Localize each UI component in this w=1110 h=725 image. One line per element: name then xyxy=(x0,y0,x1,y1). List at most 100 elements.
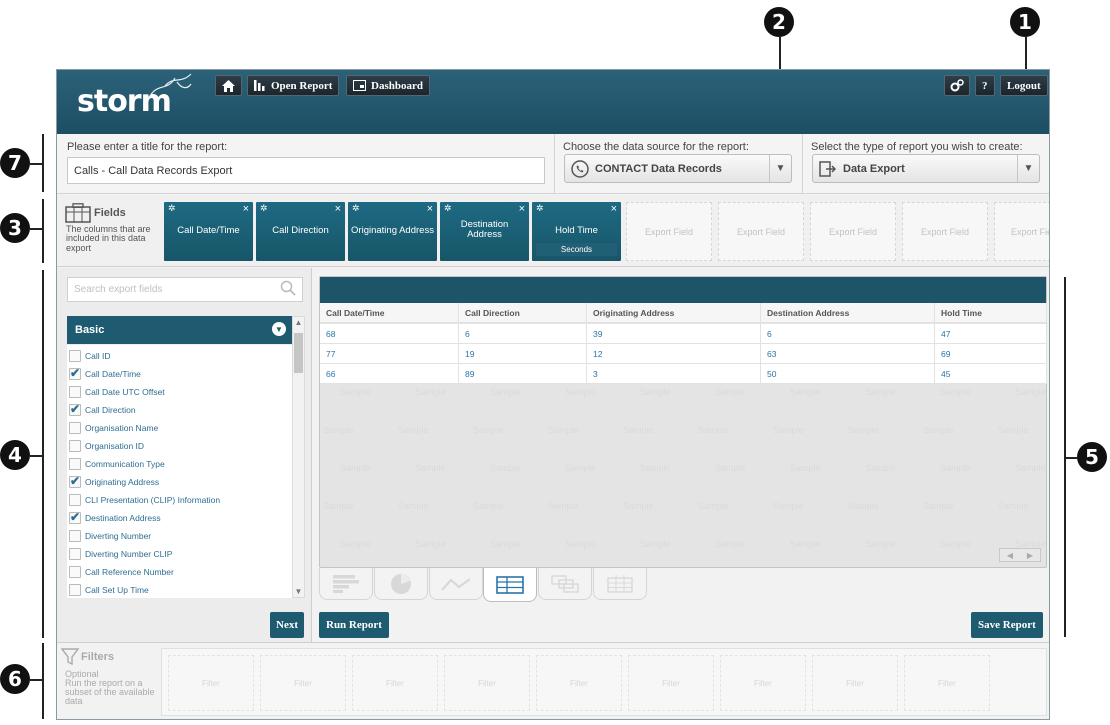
preview-column-header[interactable]: Call Date/Time xyxy=(320,303,459,323)
view-tab-pivot[interactable] xyxy=(538,568,592,600)
sample-watermark: Sample xyxy=(940,387,971,397)
view-tab-pie-chart[interactable] xyxy=(374,568,428,600)
export-field-slot[interactable]: Export Field xyxy=(718,202,804,261)
save-report-button[interactable]: Save Report xyxy=(971,612,1043,638)
field-chip-call-date-time[interactable]: ✲ × Call Date/Time xyxy=(164,202,253,261)
preview-column-header[interactable]: Destination Address xyxy=(761,303,935,323)
next-page-icon[interactable]: ▶ xyxy=(1027,551,1033,560)
preview-pager[interactable]: ◀ ▶ xyxy=(999,548,1041,562)
open-report-button[interactable]: Open Report xyxy=(247,75,340,96)
sample-watermark: Sample xyxy=(340,387,371,397)
datasource-select[interactable]: CONTACT Data Records ▼ xyxy=(564,154,792,183)
export-field-slot[interactable]: Export Field xyxy=(994,202,1049,261)
search-input[interactable]: Search export fields xyxy=(67,277,303,302)
close-icon[interactable]: × xyxy=(335,203,341,215)
field-checkbox[interactable] xyxy=(69,422,81,434)
close-icon[interactable]: × xyxy=(427,203,433,215)
field-list-item[interactable]: Communication Type xyxy=(69,456,165,472)
gear-icon[interactable]: ✲ xyxy=(260,203,268,214)
next-button[interactable]: Next xyxy=(270,612,304,638)
field-checkbox[interactable] xyxy=(69,566,81,578)
filter-slot[interactable]: Filter xyxy=(812,655,898,711)
filter-slot[interactable]: Filter xyxy=(720,655,806,711)
filter-slot[interactable]: Filter xyxy=(352,655,438,711)
field-list-scrollbar[interactable]: ▲ ▼ xyxy=(292,316,305,598)
home-button[interactable] xyxy=(215,75,242,96)
field-list-item[interactable]: Call Reference Number xyxy=(69,564,174,580)
close-icon[interactable]: × xyxy=(519,203,525,215)
filter-slot[interactable]: Filter xyxy=(904,655,990,711)
field-checkbox[interactable] xyxy=(69,402,81,416)
field-list-item[interactable]: Diverting Number CLIP xyxy=(69,546,172,562)
field-checkbox[interactable] xyxy=(69,510,81,524)
close-icon[interactable]: × xyxy=(243,203,249,215)
field-checkbox[interactable] xyxy=(69,458,81,470)
gear-icon[interactable]: ✲ xyxy=(168,203,176,214)
field-checkbox[interactable] xyxy=(69,530,81,542)
field-checkbox[interactable] xyxy=(69,386,81,398)
field-list-item[interactable]: Call Direction xyxy=(69,402,136,418)
filter-slot[interactable]: Filter xyxy=(536,655,622,711)
report-title-input[interactable] xyxy=(67,157,545,184)
field-checkbox[interactable] xyxy=(69,440,81,452)
field-checkbox[interactable] xyxy=(69,584,81,596)
export-field-slot[interactable]: Export Field xyxy=(902,202,988,261)
close-icon[interactable]: × xyxy=(611,203,617,215)
field-checkbox[interactable] xyxy=(69,548,81,560)
view-tab-grid[interactable] xyxy=(593,568,647,600)
preview-cell: 12 xyxy=(587,344,761,364)
field-list-item[interactable]: CLI Presentation (CLIP) Information xyxy=(69,492,220,508)
filter-slot[interactable]: Filter xyxy=(628,655,714,711)
filter-slot[interactable]: Filter xyxy=(168,655,254,711)
view-tab-table[interactable] xyxy=(483,568,537,602)
sample-watermark: Sample xyxy=(865,463,896,473)
view-tab-bar-chart[interactable] xyxy=(319,568,373,600)
filter-slot[interactable]: Filter xyxy=(444,655,530,711)
scroll-up-icon[interactable]: ▲ xyxy=(293,318,304,327)
export-icon xyxy=(819,160,837,177)
view-tab-line-chart[interactable] xyxy=(429,568,483,600)
scroll-thumb[interactable] xyxy=(294,333,303,373)
help-button[interactable]: ? xyxy=(975,75,995,96)
logout-button[interactable]: Logout xyxy=(1000,75,1048,96)
field-list-item[interactable]: Call ID xyxy=(69,348,111,364)
field-checkbox[interactable] xyxy=(69,494,81,506)
run-report-button[interactable]: Run Report xyxy=(319,612,389,638)
gear-icon[interactable]: ✲ xyxy=(352,203,360,214)
field-checkbox[interactable] xyxy=(69,366,81,380)
callout-4-line xyxy=(30,455,42,457)
bar-chart-small-icon xyxy=(254,80,265,91)
field-list-item[interactable]: Originating Address xyxy=(69,474,159,490)
filter-slot[interactable]: Filter xyxy=(260,655,346,711)
field-list-item[interactable]: Destination Address xyxy=(69,510,161,526)
callout-3-bracket xyxy=(42,199,44,263)
scroll-down-icon[interactable]: ▼ xyxy=(293,587,304,596)
field-list-item[interactable]: Call Date UTC Offset xyxy=(69,384,165,400)
preview-column-header[interactable]: Originating Address xyxy=(587,303,761,323)
gear-icon[interactable]: ✲ xyxy=(536,203,544,214)
export-field-slot[interactable]: Export Field xyxy=(810,202,896,261)
field-list-item[interactable]: Organisation ID xyxy=(69,438,144,454)
field-list-item[interactable]: Organisation Name xyxy=(69,420,158,436)
field-chip-destination-address[interactable]: ✲ × Destination Address xyxy=(440,202,529,261)
field-checkbox[interactable] xyxy=(69,474,81,488)
filter-drop-area[interactable]: Filter Filter Filter Filter Filter Filter Filt… xyxy=(161,648,1047,716)
export-field-slot[interactable]: Export Field xyxy=(626,202,712,261)
field-list-item[interactable]: Diverting Number xyxy=(69,528,151,544)
collapse-icon[interactable]: ▼ xyxy=(272,322,286,336)
prev-page-icon[interactable]: ◀ xyxy=(1007,551,1013,560)
field-chip-originating-address[interactable]: ✲ × Originating Address xyxy=(348,202,437,261)
fields-description: The columns that are included in this da… xyxy=(66,224,151,253)
field-checkbox[interactable] xyxy=(69,350,81,362)
field-chip-hold-time[interactable]: ✲ × Hold Time Seconds xyxy=(532,202,621,261)
group-header-basic[interactable]: Basic ▼ xyxy=(67,316,292,344)
field-chip-call-direction[interactable]: ✲ × Call Direction xyxy=(256,202,345,261)
field-list-item[interactable]: Call Set Up Time xyxy=(69,582,149,598)
gear-icon[interactable]: ✲ xyxy=(444,203,452,214)
settings-button[interactable] xyxy=(944,75,970,96)
report-type-select[interactable]: Data Export ▼ xyxy=(812,154,1040,183)
dashboard-button[interactable]: Dashboard xyxy=(346,75,430,96)
field-list-item[interactable]: Call Date/Time xyxy=(69,366,141,382)
preview-column-header[interactable]: Call Direction xyxy=(459,303,587,323)
preview-column-header[interactable]: Hold Time xyxy=(935,303,1047,323)
